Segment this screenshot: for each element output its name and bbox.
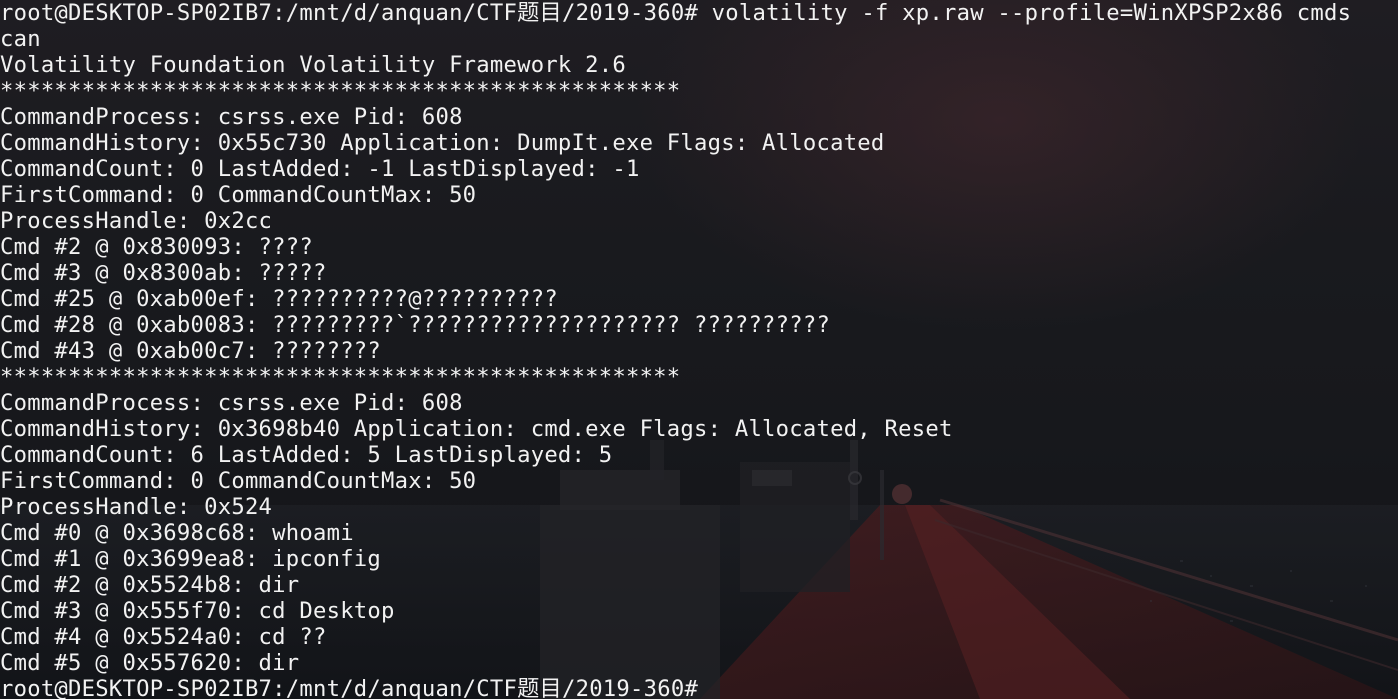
output-line: FirstCommand: 0 CommandCountMax: 50 bbox=[0, 182, 477, 208]
output-line: CommandProcess: csrss.exe Pid: 608 bbox=[0, 390, 463, 416]
terminal-window[interactable]: root@DESKTOP-SP02IB7:/mnt/d/anquan/CTF题目… bbox=[0, 0, 1398, 699]
output-line: CommandHistory: 0x3698b40 Application: c… bbox=[0, 416, 953, 442]
output-line: CommandProcess: csrss.exe Pid: 608 bbox=[0, 104, 463, 130]
output-line: Cmd #2 @ 0x830093: ???? bbox=[0, 234, 313, 260]
output-line: CommandHistory: 0x55c730 Application: Du… bbox=[0, 130, 885, 156]
separator-line: ****************************************… bbox=[0, 364, 681, 390]
output-line: ProcessHandle: 0x2cc bbox=[0, 208, 273, 234]
output-line: Cmd #1 @ 0x3699ea8: ipconfig bbox=[0, 546, 382, 572]
output-line: Cmd #25 @ 0xab00ef: ??????????@?????????… bbox=[0, 286, 558, 312]
separator-line: ****************************************… bbox=[0, 78, 681, 104]
output-line: Volatility Foundation Volatility Framewo… bbox=[0, 52, 626, 78]
output-line: Cmd #5 @ 0x557620: dir bbox=[0, 650, 300, 676]
output-line: ProcessHandle: 0x524 bbox=[0, 494, 273, 520]
output-line: Cmd #0 @ 0x3698c68: whoami bbox=[0, 520, 354, 546]
output-line: Cmd #2 @ 0x5524b8: dir bbox=[0, 572, 300, 598]
output-line: Cmd #43 @ 0xab00c7: ???????? bbox=[0, 338, 382, 364]
command-wrap-line: can bbox=[0, 26, 41, 52]
command-prompt-line: root@DESKTOP-SP02IB7:/mnt/d/anquan/CTF题目… bbox=[0, 0, 1352, 26]
output-line: Cmd #4 @ 0x5524a0: cd ?? bbox=[0, 624, 327, 650]
command-prompt-line[interactable]: root@DESKTOP-SP02IB7:/mnt/d/anquan/CTF题目… bbox=[0, 676, 1351, 699]
output-line: CommandCount: 0 LastAdded: -1 LastDispla… bbox=[0, 156, 640, 182]
output-line: Cmd #3 @ 0x555f70: cd Desktop bbox=[0, 598, 395, 624]
terminal-output[interactable]: root@DESKTOP-SP02IB7:/mnt/d/anquan/CTF题目… bbox=[0, 0, 1351, 699]
output-line: FirstCommand: 0 CommandCountMax: 50 bbox=[0, 468, 477, 494]
output-line: Cmd #28 @ 0xab0083: ?????????`??????????… bbox=[0, 312, 831, 338]
output-line: Cmd #3 @ 0x8300ab: ????? bbox=[0, 260, 327, 286]
output-line: CommandCount: 6 LastAdded: 5 LastDisplay… bbox=[0, 442, 613, 468]
